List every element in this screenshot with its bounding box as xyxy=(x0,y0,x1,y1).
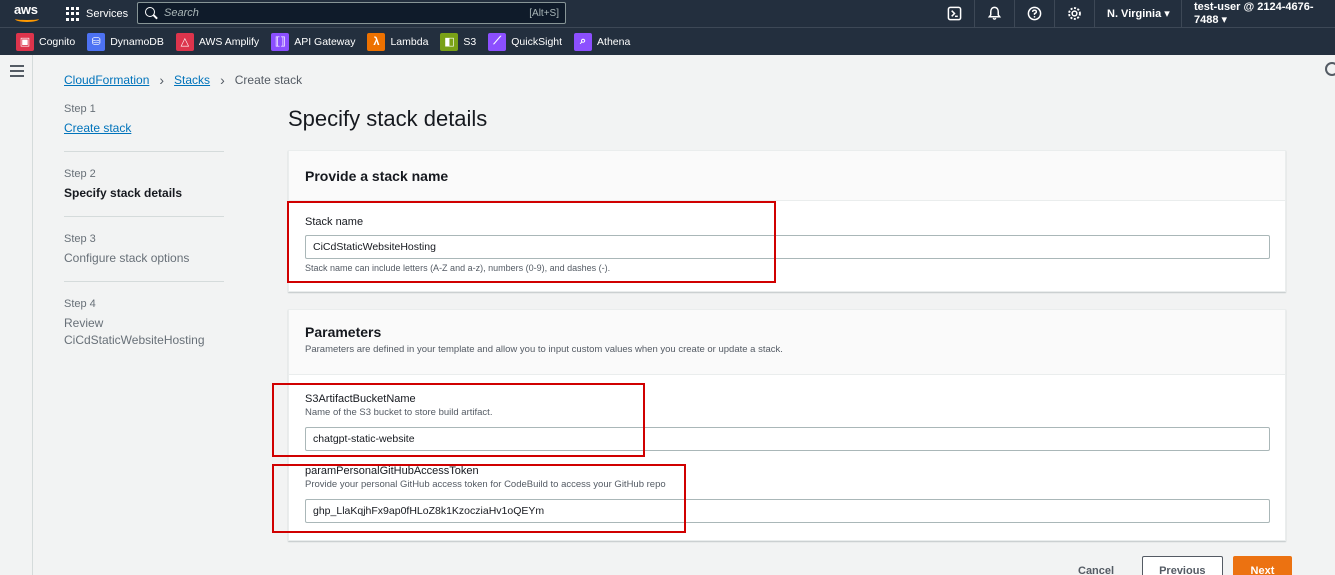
breadcrumb-current: Create stack xyxy=(234,73,303,87)
account-menu[interactable]: test-user @ 2124-4676-7488 ▾ xyxy=(1181,0,1335,27)
chevron-right-icon: › xyxy=(220,72,225,88)
lambda-icon: λ xyxy=(367,32,386,51)
step-label-current: Specify stack details xyxy=(64,186,183,200)
page-settings-icon[interactable] xyxy=(1325,62,1335,76)
aws-smile-icon xyxy=(15,16,39,22)
bell-icon xyxy=(987,6,1002,20)
search-input[interactable]: Search [Alt+S] xyxy=(137,2,566,24)
s3-icon: ◧ xyxy=(440,32,459,51)
favorite-athena[interactable]: ⌕ Athena xyxy=(574,32,631,51)
wizard-actions: Cancel Previous Next xyxy=(1060,556,1293,575)
favorite-label: S3 xyxy=(463,35,477,48)
wizard-steps: Step 1 Create stack Step 2 Specify stack… xyxy=(64,103,224,379)
parameters-description: Parameters are defined in your template … xyxy=(305,344,783,355)
step-sublabel: CiCdStaticWebsiteHosting xyxy=(64,333,205,347)
wizard-step-1: Step 1 Create stack xyxy=(64,103,224,152)
search-icon xyxy=(144,6,158,20)
page-title: Specify stack details xyxy=(288,106,488,131)
previous-button[interactable]: Previous xyxy=(1142,556,1223,575)
favorite-label: API Gateway xyxy=(294,35,356,48)
help-icon xyxy=(1027,6,1042,21)
step-number: Step 4 xyxy=(64,298,96,310)
grid-icon xyxy=(66,7,80,21)
highlight-box-github-token xyxy=(272,464,686,533)
panel-heading: Provide a stack name xyxy=(305,167,449,184)
wizard-step-4: Step 4 Review CiCdStaticWebsiteHosting xyxy=(64,298,224,363)
next-button[interactable]: Next xyxy=(1232,556,1293,575)
highlight-box-stack-name xyxy=(287,201,776,283)
breadcrumb-cloudformation[interactable]: CloudFormation xyxy=(64,73,149,87)
favorite-cognito[interactable]: ▣ Cognito xyxy=(16,32,76,51)
favorite-label: Lambda xyxy=(390,35,429,48)
breadcrumb-stacks[interactable]: Stacks xyxy=(174,73,210,87)
amplify-icon: △ xyxy=(175,32,194,51)
cancel-button[interactable]: Cancel xyxy=(1060,559,1132,575)
search-shortcut: [Alt+S] xyxy=(529,7,559,19)
side-rail-divider xyxy=(32,55,33,575)
wizard-step-2: Step 2 Specify stack details xyxy=(64,168,224,217)
favorite-label: AWS Amplify xyxy=(198,35,260,48)
services-menu-button[interactable]: Services xyxy=(66,5,128,23)
top-navigation: aws Services Search [Alt+S] N. Virginia … xyxy=(0,0,1335,27)
wizard-step-3: Step 3 Configure stack options xyxy=(64,233,224,282)
panel-heading: Parameters xyxy=(305,324,382,340)
terminal-icon xyxy=(947,6,961,21)
top-icon-group xyxy=(934,0,1094,27)
aws-logo-text: aws xyxy=(14,2,38,17)
gear-icon xyxy=(1068,7,1081,20)
favorite-s3[interactable]: ◧ S3 xyxy=(440,32,477,51)
panel-header: Parameters Parameters are defined in you… xyxy=(289,310,1285,375)
aws-logo[interactable]: aws xyxy=(14,3,42,25)
favorite-label: Cognito xyxy=(39,35,76,48)
favorite-lambda[interactable]: λ Lambda xyxy=(367,32,429,51)
menu-icon[interactable] xyxy=(10,65,24,77)
step-number: Step 2 xyxy=(64,168,96,180)
step-number: Step 1 xyxy=(64,103,96,115)
favorite-label: Athena xyxy=(597,35,631,48)
search-placeholder: Search xyxy=(164,7,199,19)
breadcrumb: CloudFormation › Stacks › Create stack xyxy=(64,72,302,88)
step-link-create-stack[interactable]: Create stack xyxy=(64,120,224,137)
help-button[interactable] xyxy=(1014,0,1054,27)
athena-icon: ⌕ xyxy=(574,32,593,51)
panel-header: Provide a stack name xyxy=(289,151,1285,201)
notifications-button[interactable] xyxy=(974,0,1014,27)
region-selector[interactable]: N. Virginia ▾ xyxy=(1094,0,1182,27)
favorite-amplify[interactable]: △ AWS Amplify xyxy=(175,32,260,51)
api-gateway-icon: ⟦⟧ xyxy=(271,32,290,51)
step-label: Configure stack options xyxy=(64,251,190,265)
quicksight-icon: ⟋ xyxy=(488,32,507,51)
cognito-icon: ▣ xyxy=(16,32,34,51)
step-number: Step 3 xyxy=(64,233,96,245)
dynamodb-icon: ⛁ xyxy=(87,32,106,51)
favorite-api-gateway[interactable]: ⟦⟧ API Gateway xyxy=(271,32,356,51)
favorites-bar: ▣ Cognito ⛁ DynamoDB △ AWS Amplify ⟦⟧ AP… xyxy=(0,27,1335,55)
step-label: Review xyxy=(64,316,104,330)
services-label: Services xyxy=(86,8,129,20)
favorite-label: QuickSight xyxy=(511,35,563,48)
favorite-dynamodb[interactable]: ⛁ DynamoDB xyxy=(87,32,164,51)
cloudshell-button[interactable] xyxy=(934,0,974,27)
highlight-box-bucket-name xyxy=(272,383,645,457)
settings-button[interactable] xyxy=(1054,0,1094,27)
favorite-label: DynamoDB xyxy=(110,35,164,48)
favorite-quicksight[interactable]: ⟋ QuickSight xyxy=(488,32,563,51)
chevron-right-icon: › xyxy=(159,72,165,88)
